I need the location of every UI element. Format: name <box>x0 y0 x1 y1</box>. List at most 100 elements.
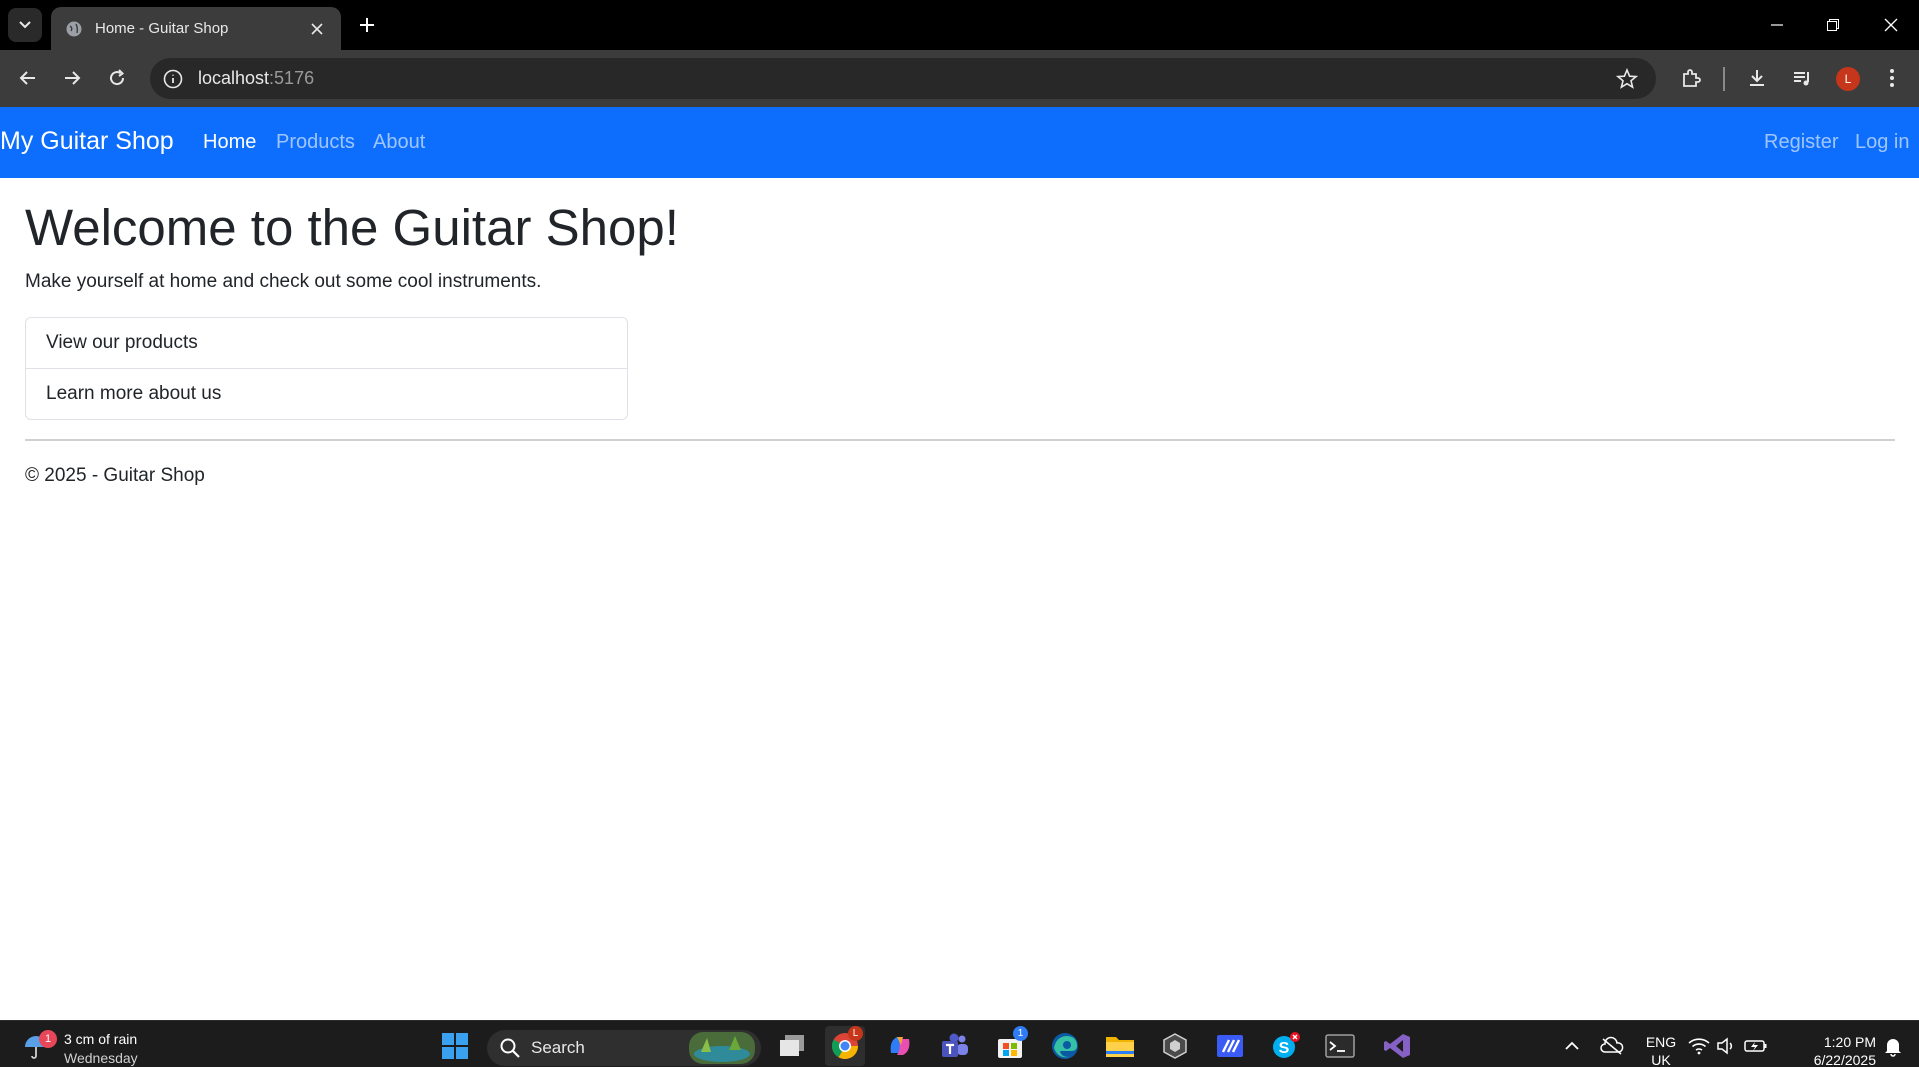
wifi-icon <box>1688 1038 1710 1055</box>
arrow-left-icon <box>19 71 35 85</box>
language-code: ENG <box>1645 1034 1677 1050</box>
puzzle-icon <box>1683 69 1701 87</box>
list-item-view-products[interactable]: View our products <box>26 318 627 368</box>
battery-status[interactable] <box>1741 1026 1771 1066</box>
terminal-icon <box>1325 1034 1355 1058</box>
skype-icon: S <box>1273 1032 1300 1058</box>
visual-studio-code-button[interactable] <box>1210 1026 1250 1066</box>
weather-day: Wednesday <box>64 1050 138 1066</box>
browser-tabstrip: Home - Guitar Shop <box>0 0 1919 50</box>
nav-link-about[interactable]: About <box>373 131 425 154</box>
search-highlight-art-icon <box>689 1032 755 1064</box>
browser-toolbar: localhost:5176 <box>0 50 1919 107</box>
reload-button[interactable] <box>101 62 133 94</box>
taskbar-search[interactable]: Search <box>487 1030 761 1066</box>
chrome-profile-badge: L <box>848 1026 863 1041</box>
tab-close-button[interactable] <box>307 19 327 39</box>
brand-link[interactable]: My Guitar Shop <box>0 127 174 156</box>
clock-time: 1:20 PM <box>1823 1034 1876 1050</box>
bookmark-star-icon[interactable] <box>1616 68 1638 90</box>
chrome-taskbar-button[interactable]: L <box>825 1026 865 1066</box>
browser-tab-active[interactable]: Home - Guitar Shop <box>51 7 341 50</box>
reload-icon <box>110 69 125 86</box>
tab-title: Home - Guitar Shop <box>95 20 229 37</box>
teams-button[interactable] <box>935 1026 975 1066</box>
tab-search-button[interactable] <box>8 8 42 42</box>
edge-icon <box>1052 1033 1078 1059</box>
code-editor-icon <box>1217 1035 1243 1057</box>
weather-widget[interactable]: 1 3 cm of rain Wednesday <box>22 1029 172 1066</box>
arrow-right-icon <box>65 71 81 85</box>
system-clock[interactable]: 1:20 PM 6/22/2025 <box>1790 1033 1876 1067</box>
cloud-offline-icon <box>1600 1036 1624 1055</box>
new-tab-button[interactable] <box>354 12 380 38</box>
nav-link-login[interactable]: Log in <box>1855 131 1910 154</box>
chevron-up-icon <box>1565 1041 1579 1050</box>
skype-button[interactable]: S <box>1265 1026 1305 1066</box>
search-label: Search <box>531 1038 585 1057</box>
file-explorer-button[interactable] <box>1100 1026 1140 1066</box>
back-button[interactable] <box>12 62 44 94</box>
download-icon <box>1750 70 1764 86</box>
weather-summary: 3 cm of rain <box>64 1031 138 1047</box>
language-indicator[interactable]: ENG UK <box>1644 1033 1678 1067</box>
search-icon <box>500 1038 520 1058</box>
clock-date: 6/22/2025 <box>1813 1052 1876 1067</box>
site-navbar: My Guitar Shop Home Products About Regis… <box>0 107 1919 178</box>
language-region: UK <box>1651 1052 1671 1067</box>
extensions-button[interactable] <box>1677 64 1705 92</box>
nav-link-register[interactable]: Register <box>1764 131 1838 154</box>
downloads-button[interactable] <box>1743 64 1771 92</box>
forward-button[interactable] <box>56 62 88 94</box>
notifications-button[interactable] <box>1876 1026 1910 1066</box>
url-host: localhost <box>198 68 270 88</box>
address-bar[interactable]: localhost:5176 <box>150 58 1656 99</box>
show-hidden-icons-button[interactable] <box>1552 1026 1592 1066</box>
minimize-icon <box>1771 24 1783 26</box>
close-window-button[interactable] <box>1871 10 1911 40</box>
toolbar-divider <box>1723 67 1725 91</box>
url-port: :5176 <box>269 68 315 88</box>
nav-link-home[interactable]: Home <box>203 131 256 154</box>
playlist-icon <box>1794 72 1809 86</box>
info-icon <box>163 69 183 88</box>
weather-alert-badge: 1 <box>39 1030 57 1048</box>
folder-icon <box>1106 1037 1134 1057</box>
battery-charging-icon <box>1744 1040 1767 1052</box>
close-icon <box>311 22 323 35</box>
volume-icon <box>1717 1037 1733 1055</box>
footer-copyright: © 2025 - Guitar Shop <box>25 465 205 486</box>
copilot-button[interactable] <box>880 1026 920 1066</box>
store-notification-badge: 1 <box>1013 1026 1028 1041</box>
onedrive-button[interactable] <box>1592 1026 1632 1066</box>
unity-hub-button[interactable] <box>1155 1026 1195 1066</box>
restore-icon <box>1827 19 1839 31</box>
footer-divider <box>25 439 1895 441</box>
list-item-learn-about[interactable]: Learn more about us <box>26 368 627 419</box>
start-button[interactable] <box>435 1026 475 1066</box>
task-view-button[interactable] <box>772 1026 812 1066</box>
teams-icon <box>942 1033 968 1057</box>
chrome-menu-button[interactable] <box>1878 64 1906 92</box>
store-button[interactable]: 1 <box>990 1026 1030 1066</box>
terminal-button[interactable] <box>1320 1026 1360 1066</box>
page-title: Welcome to the Guitar Shop! <box>25 199 679 256</box>
close-icon <box>1884 18 1898 32</box>
restore-button[interactable] <box>1813 10 1853 40</box>
notification-bell-icon <box>1885 1039 1901 1057</box>
visual-studio-button[interactable] <box>1377 1026 1417 1066</box>
nav-link-products[interactable]: Products <box>276 131 355 154</box>
volume-status[interactable] <box>1713 1026 1739 1066</box>
media-control-button[interactable] <box>1788 64 1816 92</box>
windows-taskbar: 1 3 cm of rain Wednesday Search L 1 S EN… <box>0 1020 1919 1067</box>
edge-button[interactable] <box>1045 1026 1085 1066</box>
plus-icon <box>360 18 374 32</box>
profile-avatar[interactable]: L <box>1836 67 1860 91</box>
task-view-icon <box>780 1035 804 1056</box>
globe-icon <box>66 21 82 36</box>
minimize-button[interactable] <box>1757 10 1797 40</box>
copilot-icon <box>890 1037 910 1055</box>
link-list: View our products Learn more about us <box>25 317 628 420</box>
svg-text:S: S <box>1279 1040 1290 1057</box>
wifi-status[interactable] <box>1685 1026 1713 1066</box>
